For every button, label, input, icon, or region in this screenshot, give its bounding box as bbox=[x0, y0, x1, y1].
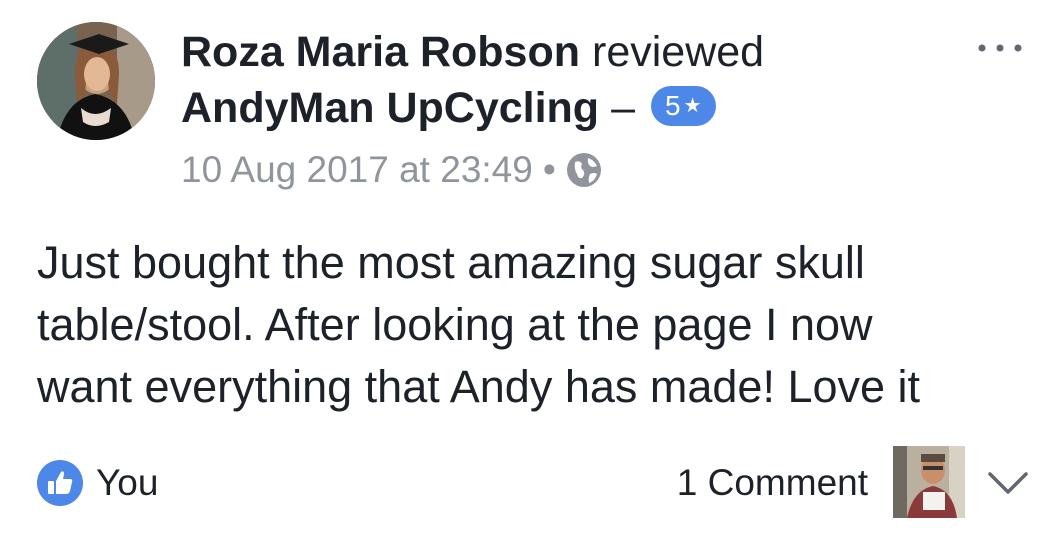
author-avatar[interactable] bbox=[37, 22, 155, 140]
review-text-line: Just bought the most amazing sugar skull bbox=[37, 237, 865, 288]
review-action: reviewed bbox=[592, 28, 765, 76]
review-text: Just bought the most amazing sugar skull… bbox=[37, 232, 997, 418]
review-text-line: table/stool. After looking at the page I… bbox=[37, 299, 873, 350]
like-thumb-icon[interactable] bbox=[37, 460, 83, 506]
review-header: Roza Maria Robson reviewed AndyMan UpCycl… bbox=[181, 24, 961, 136]
review-post: Roza Maria Robson reviewed AndyMan UpCycl… bbox=[0, 0, 1042, 542]
post-meta: 10 Aug 2017 at 23:49 • bbox=[181, 149, 602, 191]
rating-badge: 5 ★ bbox=[651, 86, 716, 126]
globe-icon[interactable] bbox=[566, 152, 602, 188]
timestamp[interactable]: 10 Aug 2017 at 23:49 bbox=[181, 149, 533, 191]
rating-value: 5 bbox=[665, 90, 681, 121]
review-text-line: want everything that Andy has made! Love… bbox=[37, 361, 921, 412]
commenter-avatar[interactable] bbox=[893, 446, 965, 518]
star-icon: ★ bbox=[683, 95, 702, 117]
chevron-down-icon[interactable] bbox=[987, 470, 1029, 496]
meta-separator: • bbox=[542, 149, 556, 190]
header-line-1: Roza Maria Robson reviewed bbox=[181, 24, 961, 80]
avatar-image bbox=[37, 22, 155, 140]
comment-count[interactable]: 1 Comment bbox=[677, 459, 868, 507]
header-separator: – bbox=[611, 84, 635, 132]
header-line-2: AndyMan UpCycling –5 ★ bbox=[181, 80, 961, 136]
page-name[interactable]: AndyMan UpCycling bbox=[181, 84, 599, 132]
more-dots-icon[interactable] bbox=[975, 38, 1025, 58]
author-name[interactable]: Roza Maria Robson bbox=[181, 28, 580, 76]
likers-text[interactable]: You bbox=[96, 459, 158, 507]
